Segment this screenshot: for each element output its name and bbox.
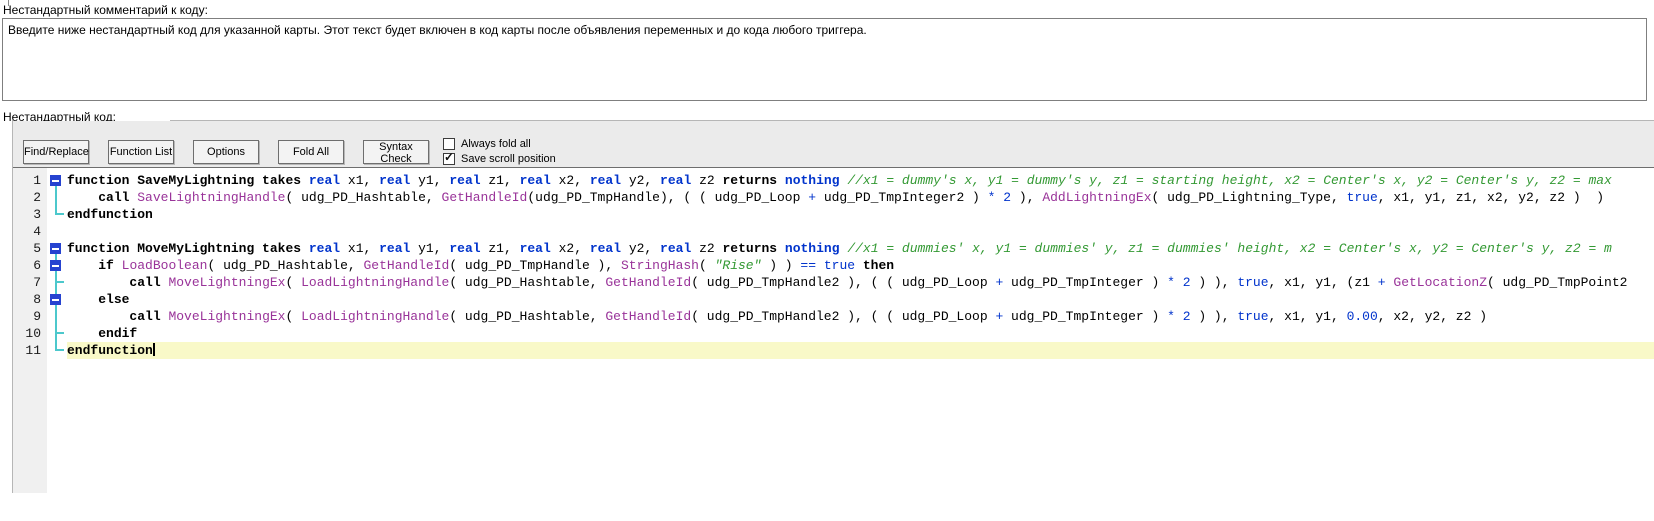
- code-line: function MoveMyLightning takes real x1, …: [67, 240, 1654, 257]
- options-button[interactable]: Options: [193, 140, 259, 164]
- fold-margin: [47, 325, 67, 342]
- fold-margin: [47, 223, 67, 240]
- editor-row: 6 if LoadBoolean( udg_PD_Hashtable, GetH…: [13, 257, 1654, 274]
- fold-margin: [47, 189, 67, 206]
- editor-row: 11 endfunction: [13, 342, 1654, 359]
- fold-all-button[interactable]: Fold All: [278, 140, 344, 164]
- fold-margin: [47, 206, 67, 223]
- fold-guide-line: [55, 189, 57, 206]
- editor-row: 10 endif: [13, 325, 1654, 342]
- fold-margin: [47, 291, 67, 308]
- syntax-check-button[interactable]: Syntax Check: [363, 140, 429, 164]
- line-number: 10: [13, 325, 47, 342]
- find-replace-button[interactable]: Find/Replace: [23, 140, 89, 164]
- line-number: 6: [13, 257, 47, 274]
- code-line: function SaveMyLightning takes real x1, …: [67, 172, 1654, 189]
- editor-toolbar: Find/Replace Function List Options Fold All…: [13, 121, 1654, 167]
- editor-row: 4: [13, 223, 1654, 240]
- line-number: 8: [13, 291, 47, 308]
- fold-margin: [47, 257, 67, 274]
- checkbox-always-fold-all[interactable]: Always fold all: [443, 136, 556, 151]
- line-number: 7: [13, 274, 47, 291]
- checkmark-icon: ✓: [444, 151, 454, 163]
- line-number: 2: [13, 189, 47, 206]
- editor-rows: 1 function SaveMyLightning takes real x1,…: [13, 172, 1654, 359]
- text-caret: [153, 343, 155, 356]
- fold-guide-line: [55, 308, 57, 325]
- map-comment-box[interactable]: Введите ниже нестандартный код для указа…: [2, 18, 1647, 101]
- code-line: endfunction: [67, 342, 1654, 359]
- minus-icon: [52, 265, 59, 267]
- code-line: else: [67, 291, 1654, 308]
- fold-toggle[interactable]: [50, 243, 61, 254]
- editor-row: 5 function MoveMyLightning takes real x1,…: [13, 240, 1654, 257]
- code-line: call MoveLightningEx( LoadLightningHandl…: [67, 308, 1654, 325]
- fold-margin: [47, 342, 67, 359]
- editor-row: 2 call SaveLightningHandle( udg_PD_Hasht…: [13, 189, 1654, 206]
- editor-row: 3 endfunction: [13, 206, 1654, 223]
- fold-margin: [47, 274, 67, 291]
- toolbar-buttons: Find/Replace Function List Options Fold All…: [13, 121, 1654, 167]
- checked-checkbox-icon: ✓: [443, 153, 455, 165]
- editor-row: 1 function SaveMyLightning takes real x1,…: [13, 172, 1654, 189]
- fold-guide-corner: [55, 349, 64, 351]
- fold-guide-corner: [55, 281, 64, 283]
- comment-section-label: Нестандартный комментарий к коду:: [3, 3, 208, 17]
- code-line: call SaveLightningHandle( udg_PD_Hashtab…: [67, 189, 1654, 206]
- editor-row: 9 call MoveLightningEx( LoadLightningHan…: [13, 308, 1654, 325]
- code-line: [67, 223, 1654, 240]
- toolbar-checkboxes: Always fold all ✓ Save scroll position: [443, 136, 556, 166]
- checkbox-save-scroll-position[interactable]: ✓ Save scroll position: [443, 151, 556, 166]
- minus-icon: [52, 248, 59, 250]
- minus-icon: [52, 180, 59, 182]
- fold-margin: [47, 240, 67, 257]
- code-line: call MoveLightningEx( LoadLightningHandl…: [67, 274, 1654, 291]
- editor-row: 7 call MoveLightningEx( LoadLightningHan…: [13, 274, 1654, 291]
- fold-toggle[interactable]: [50, 294, 61, 305]
- unchecked-checkbox-icon: [443, 138, 455, 150]
- minus-icon: [52, 299, 59, 301]
- line-number: 3: [13, 206, 47, 223]
- line-number: 4: [13, 223, 47, 240]
- line-number: 5: [13, 240, 47, 257]
- code-editor[interactable]: 1 function SaveMyLightning takes real x1,…: [13, 167, 1654, 493]
- line-number: 1: [13, 172, 47, 189]
- line-number: 9: [13, 308, 47, 325]
- fold-toggle[interactable]: [50, 175, 61, 186]
- fold-margin: [47, 308, 67, 325]
- function-list-button[interactable]: Function List: [108, 140, 174, 164]
- fold-guide-corner: [55, 213, 64, 215]
- fold-margin: [47, 172, 67, 189]
- code-line: endfunction: [67, 206, 1654, 223]
- line-number: 11: [13, 342, 47, 359]
- fold-toggle[interactable]: [50, 260, 61, 271]
- editor-row: 8 else: [13, 291, 1654, 308]
- code-line: if LoadBoolean( udg_PD_Hashtable, GetHan…: [67, 257, 1654, 274]
- checkbox-label: Always fold all: [461, 138, 531, 150]
- checkbox-label: Save scroll position: [461, 153, 556, 165]
- fold-guide-corner: [55, 332, 64, 334]
- code-line: endif: [67, 325, 1654, 342]
